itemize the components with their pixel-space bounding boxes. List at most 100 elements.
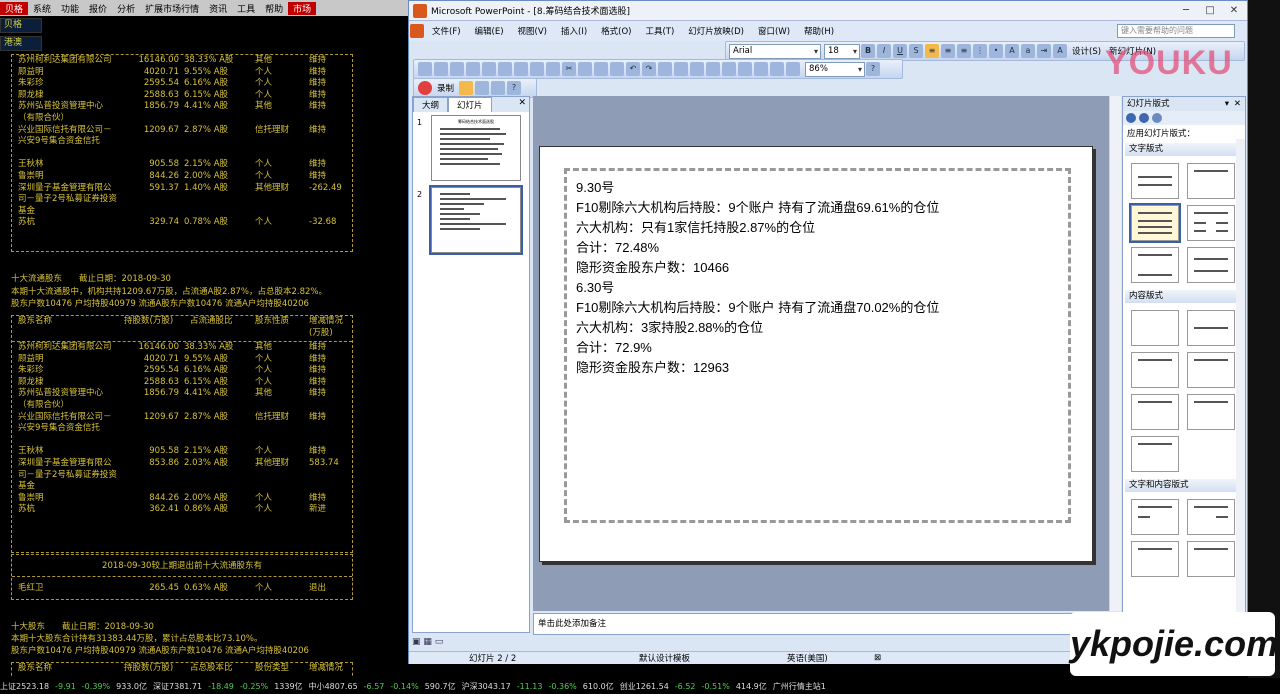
expand-all-icon[interactable] xyxy=(738,62,752,76)
shadow-icon[interactable]: S xyxy=(909,44,923,58)
layout-content[interactable] xyxy=(1187,310,1235,346)
cut-icon[interactable]: ✂ xyxy=(562,62,576,76)
color-grayscale-icon[interactable] xyxy=(786,62,800,76)
layout-title-content[interactable] xyxy=(1131,352,1179,388)
document-icon[interactable] xyxy=(410,24,424,38)
font-size-select[interactable]: 18 xyxy=(824,43,860,59)
section-text-content-layouts[interactable]: 文字和内容版式 xyxy=(1125,479,1243,492)
insert-picture-icon[interactable] xyxy=(706,62,720,76)
save-icon[interactable] xyxy=(450,62,464,76)
terminal-menu-help[interactable]: 帮助 xyxy=(260,2,288,15)
terminal-menu-quote[interactable]: 报价 xyxy=(84,2,112,15)
record-button[interactable]: 录制 xyxy=(437,82,454,94)
slide-vertical-scrollbar[interactable] xyxy=(1109,96,1121,611)
tab-slides[interactable]: 幻灯片 xyxy=(448,97,492,112)
layout-title-only[interactable] xyxy=(1187,163,1235,199)
eraser-icon[interactable] xyxy=(491,81,506,95)
tables-borders-icon[interactable] xyxy=(690,62,704,76)
menu-format[interactable]: 格式(O) xyxy=(594,25,638,37)
terminal-menu-ext-market[interactable]: 扩展市场行情 xyxy=(140,2,204,15)
slide-text-box[interactable]: 9.30号 F10剔除六大机构后持股：9个账户 持有了流通盘69.61%的仓位 … xyxy=(564,168,1071,523)
undo-icon[interactable]: ↶ xyxy=(626,62,640,76)
taskpane-close-icon[interactable]: ✕ xyxy=(1234,97,1241,111)
layout-vertical-title-text[interactable] xyxy=(1187,247,1235,283)
grid-icon[interactable] xyxy=(770,62,784,76)
layout-title-two-stacked[interactable] xyxy=(1131,436,1179,472)
sorter-view-icon[interactable]: ▦ xyxy=(423,637,432,647)
menu-insert[interactable]: 插入(I) xyxy=(554,25,594,37)
section-content-layouts[interactable]: 内容版式 xyxy=(1125,290,1243,303)
layout-title-text-content[interactable] xyxy=(1131,499,1179,535)
slideshow-view-icon[interactable]: ▭ xyxy=(435,637,444,647)
research-icon[interactable] xyxy=(546,62,560,76)
diagram-icon[interactable] xyxy=(722,62,736,76)
align-center-icon[interactable]: ≡ xyxy=(941,44,955,58)
numbering-icon[interactable]: ⋮ xyxy=(973,44,987,58)
taskpane-scrollbar[interactable] xyxy=(1236,139,1245,648)
menu-edit[interactable]: 编辑(E) xyxy=(468,25,511,37)
format-painter-icon[interactable] xyxy=(610,62,624,76)
layout-title-slide[interactable] xyxy=(1131,163,1179,199)
maximize-icon[interactable]: □ xyxy=(1199,3,1221,18)
font-name-select[interactable]: Arial xyxy=(729,43,821,59)
back-icon[interactable] xyxy=(1126,113,1136,123)
terminal-menu-tab-bei[interactable]: 贝格 xyxy=(0,1,29,15)
align-right-icon[interactable]: ≡ xyxy=(957,44,971,58)
normal-view-icon[interactable]: ▣ xyxy=(412,637,421,647)
help-icon[interactable]: ? xyxy=(866,62,880,76)
slide-thumbnail-1[interactable]: 筹码结合技术面选股 xyxy=(431,115,521,181)
menu-file[interactable]: 文件(F) xyxy=(425,25,468,37)
copy-icon[interactable] xyxy=(578,62,592,76)
terminal-menu-tools[interactable]: 工具 xyxy=(232,2,260,15)
pen-icon[interactable] xyxy=(475,81,490,95)
close-icon[interactable]: ✕ xyxy=(1223,3,1245,18)
menu-view[interactable]: 视图(V) xyxy=(511,25,554,37)
layout-title-text-two-content[interactable] xyxy=(1131,541,1179,577)
terminal-menu-market[interactable]: 市场 xyxy=(288,1,317,15)
help-search-input[interactable]: 键入需要帮助的问题 xyxy=(1117,24,1235,38)
align-left-icon[interactable]: ≡ xyxy=(925,44,939,58)
print-icon[interactable] xyxy=(498,62,512,76)
record-icon[interactable] xyxy=(418,81,432,95)
terminal-menu-system[interactable]: 系统 xyxy=(28,2,56,15)
notes-pane[interactable]: 单击此处添加备注 xyxy=(533,613,1121,635)
forward-icon[interactable] xyxy=(1139,113,1149,123)
layout-title-content-pair[interactable] xyxy=(1131,394,1179,430)
chart-icon[interactable] xyxy=(658,62,672,76)
terminal-menu-analysis[interactable]: 分析 xyxy=(112,2,140,15)
paste-icon[interactable] xyxy=(594,62,608,76)
layout-two-column-text[interactable] xyxy=(1187,205,1235,241)
slide-thumbnail-2[interactable] xyxy=(429,185,523,255)
new-icon[interactable] xyxy=(418,62,432,76)
font-shrink-icon[interactable]: a xyxy=(1021,44,1035,58)
underline-icon[interactable]: U xyxy=(893,44,907,58)
close-pane-icon[interactable]: ✕ xyxy=(518,98,526,108)
tab-outline[interactable]: 大纲 xyxy=(413,97,449,112)
layout-title-four-content[interactable] xyxy=(1187,394,1235,430)
font-color-icon[interactable]: A xyxy=(1053,44,1067,58)
redo-icon[interactable]: ↷ xyxy=(642,62,656,76)
layout-title-two-content-text[interactable] xyxy=(1187,541,1235,577)
layout-vertical-text[interactable] xyxy=(1131,247,1179,283)
minimize-icon[interactable]: ─ xyxy=(1175,3,1197,18)
taskpane-menu-icon[interactable]: ▾ xyxy=(1225,97,1229,111)
layout-blank[interactable] xyxy=(1131,310,1179,346)
terminal-tab-bei[interactable]: 贝格 xyxy=(0,18,42,33)
email-icon[interactable] xyxy=(482,62,496,76)
preview-icon[interactable] xyxy=(514,62,528,76)
section-text-layouts[interactable]: 文字版式 xyxy=(1125,143,1243,156)
bullets-icon[interactable]: • xyxy=(989,44,1003,58)
layout-title-text[interactable] xyxy=(1129,203,1181,243)
help-icon-2[interactable]: ? xyxy=(507,81,522,95)
font-grow-icon[interactable]: A xyxy=(1005,44,1019,58)
italic-icon[interactable]: I xyxy=(877,44,891,58)
pointer-icon[interactable] xyxy=(459,81,474,95)
bold-icon[interactable]: B xyxy=(861,44,875,58)
terminal-menu-info[interactable]: 资讯 xyxy=(204,2,232,15)
spelling-icon[interactable] xyxy=(530,62,544,76)
layout-title-two-content[interactable] xyxy=(1187,352,1235,388)
terminal-tab-gangao[interactable]: 港澳 xyxy=(0,36,42,51)
design-button[interactable]: 设计(S) xyxy=(1072,45,1101,57)
indent-icon[interactable]: ⇥ xyxy=(1037,44,1051,58)
zoom-select[interactable]: 86% xyxy=(805,61,865,77)
